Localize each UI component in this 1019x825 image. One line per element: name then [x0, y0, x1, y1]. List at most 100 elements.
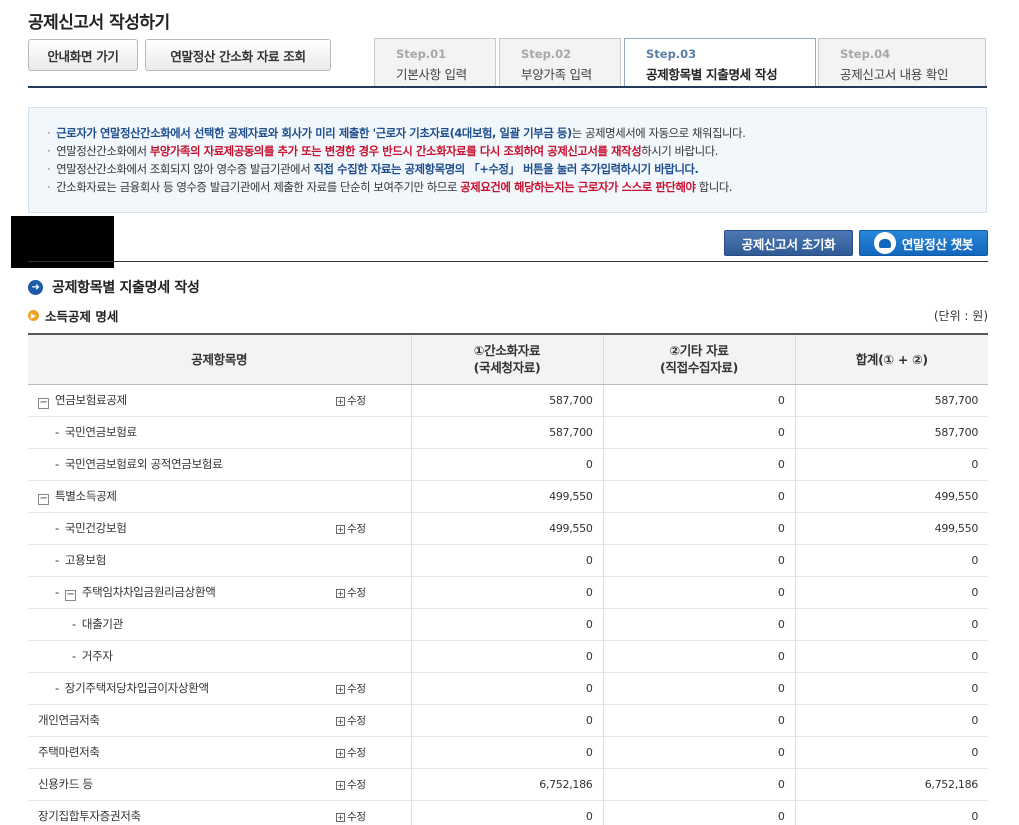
row-item-name: - 대출기관	[28, 608, 316, 641]
table-row: - 대출기관 0 0 0	[28, 608, 989, 641]
row-edit-cell: + 수정	[316, 512, 412, 545]
total-amount: 6,752,186	[794, 768, 989, 801]
simplified-amount: 0	[411, 448, 604, 481]
item-name-text: 개인연금저축	[38, 713, 100, 727]
row-edit-cell	[316, 608, 412, 641]
tab-step-02[interactable]: Step.02 부양가족 입력	[499, 38, 621, 86]
chatbot-icon	[873, 232, 896, 254]
edit-button[interactable]: + 수정	[336, 747, 366, 759]
view-simplified-data-button[interactable]: 연말정산 간소화 자료 조회	[145, 39, 331, 71]
simplified-amount: 587,700	[411, 384, 604, 417]
simplified-amount: 0	[411, 608, 604, 641]
table-row: − 특별소득공제 499,550 0 499,550	[28, 480, 989, 513]
notice-item: 연말정산간소화에서 부양가족의 자료제공동의를 추가 또는 변경한 경우 반드시…	[47, 143, 986, 161]
collapse-toggle-icon[interactable]: −	[64, 589, 76, 601]
other-amount: 0	[602, 544, 796, 577]
row-item-name: - − 주택임차차입금원리금상환액	[28, 576, 316, 609]
tab-step-01[interactable]: Step.01 기본사항 입력	[374, 38, 496, 86]
total-amount: 0	[794, 448, 989, 481]
bullet-arrow-icon: ▶	[28, 310, 39, 321]
edit-button[interactable]: + 수정	[336, 395, 366, 407]
edit-label: 수정	[347, 586, 366, 599]
edit-label: 수정	[347, 394, 366, 407]
total-amount: 0	[794, 672, 989, 705]
row-item-name: - 국민연금보험료외 공적연금보험료	[28, 448, 316, 481]
item-name-text: 주택임차차입금원리금상환액	[81, 584, 216, 599]
simplified-amount: 0	[411, 736, 604, 769]
item-name-text: 국민건강보험	[64, 521, 127, 535]
plus-icon: +	[336, 748, 345, 758]
edit-button[interactable]: + 수정	[336, 587, 366, 599]
chatbot-button[interactable]: 연말정산 챗봇	[859, 230, 988, 256]
edit-button[interactable]: + 수정	[336, 683, 366, 695]
other-amount: 0	[602, 448, 796, 481]
row-edit-cell: + 수정	[316, 576, 412, 609]
row-item-name: 주택마련저축	[28, 736, 316, 769]
collapse-toggle-icon[interactable]: −	[38, 493, 49, 505]
item-name-text: 장기집합투자증권저축	[38, 809, 141, 823]
other-amount: 0	[602, 608, 796, 641]
edit-label: 수정	[347, 522, 366, 535]
tab-step-03[interactable]: Step.03 공제항목별 지출명세 작성	[624, 38, 816, 87]
simplified-amount: 0	[411, 672, 604, 705]
simplified-amount: 6,752,186	[411, 768, 604, 801]
step-label: 공제신고서 내용 확인	[840, 67, 949, 82]
step-label: 부양가족 입력	[521, 67, 592, 82]
plus-icon: +	[336, 716, 345, 726]
table-row: - 국민연금보험료 587,700 0 587,700	[28, 416, 989, 449]
guide-button[interactable]: 안내화면 가기	[28, 39, 138, 71]
item-name-text: 장기주택저당차입금이자상환액	[64, 681, 209, 695]
step-number: Step.02	[521, 47, 572, 61]
table-row: - 거주자 0 0 0	[28, 640, 989, 673]
item-name-text: 특별소득공제	[55, 488, 117, 503]
table-row: − 연금보험료공제 + 수정 587,700 0 587,700	[28, 384, 989, 417]
indent-dash: -	[55, 681, 59, 695]
simplified-amount: 0	[411, 576, 604, 609]
reset-report-button[interactable]: 공제신고서 초기화	[724, 230, 853, 256]
plus-icon: +	[336, 396, 345, 406]
total-amount: 587,700	[794, 384, 989, 417]
total-amount: 0	[794, 704, 989, 737]
edit-button[interactable]: + 수정	[336, 779, 366, 791]
other-amount: 0	[602, 480, 796, 513]
other-amount: 0	[602, 768, 796, 801]
notice-item: 간소화자료는 금융회사 등 영수증 발급기관에서 제출한 자료를 단순히 보여주…	[47, 179, 986, 197]
notice-item: 근로자가 연말정산간소화에서 선택한 공제자료와 회사가 미리 제출한 '근로자…	[47, 125, 986, 143]
divider	[28, 261, 988, 262]
row-edit-cell: + 수정	[316, 672, 412, 705]
row-item-name: - 국민연금보험료	[28, 416, 316, 449]
simplified-amount: 0	[411, 544, 604, 577]
tab-step-04[interactable]: Step.04 공제신고서 내용 확인	[818, 38, 986, 86]
other-amount: 0	[602, 704, 796, 737]
row-edit-cell	[316, 416, 412, 449]
tab-divider	[28, 86, 987, 88]
edit-button[interactable]: + 수정	[336, 523, 366, 535]
header-total: 합계(① + ②)	[794, 333, 989, 385]
other-amount: 0	[602, 512, 796, 545]
section-title: ➜ 공제항목별 지출명세 작성	[28, 277, 200, 297]
total-amount: 499,550	[794, 480, 989, 513]
table-row: 장기집합투자증권저축 + 수정 0 0 0	[28, 800, 989, 825]
sub-title: ▶ 소득공제 명세	[28, 306, 118, 325]
edit-button[interactable]: + 수정	[336, 715, 366, 727]
item-name-text: 고용보험	[64, 553, 106, 567]
edit-label: 수정	[347, 746, 366, 759]
edit-label: 수정	[347, 778, 366, 791]
collapse-toggle-icon[interactable]: −	[38, 397, 49, 409]
arrow-right-icon: ➜	[28, 279, 43, 295]
total-amount: 0	[794, 736, 989, 769]
simplified-amount: 0	[411, 800, 604, 825]
income-deduction-table: 공제항목명 ①간소화자료 (국세청자료) ②기타 자료 (직접수집자료) 합계(① …	[28, 333, 989, 825]
step-number: Step.04	[840, 47, 891, 61]
notice-item: 연말정산간소화에서 조회되지 않아 영수증 발급기관에서 직접 수집한 자료는 …	[47, 161, 986, 179]
edit-button[interactable]: + 수정	[336, 811, 366, 823]
indent-dash: -	[55, 553, 59, 567]
row-edit-cell	[316, 448, 412, 481]
table-row: - 국민건강보험 + 수정 499,550 0 499,550	[28, 512, 989, 545]
notice-box: 근로자가 연말정산간소화에서 선택한 공제자료와 회사가 미리 제출한 '근로자…	[28, 107, 987, 213]
row-edit-cell	[316, 544, 412, 577]
item-name-text: 거주자	[81, 649, 113, 663]
total-amount: 587,700	[794, 416, 989, 449]
table-row: 주택마련저축 + 수정 0 0 0	[28, 736, 989, 769]
row-item-name: - 거주자	[28, 640, 316, 673]
